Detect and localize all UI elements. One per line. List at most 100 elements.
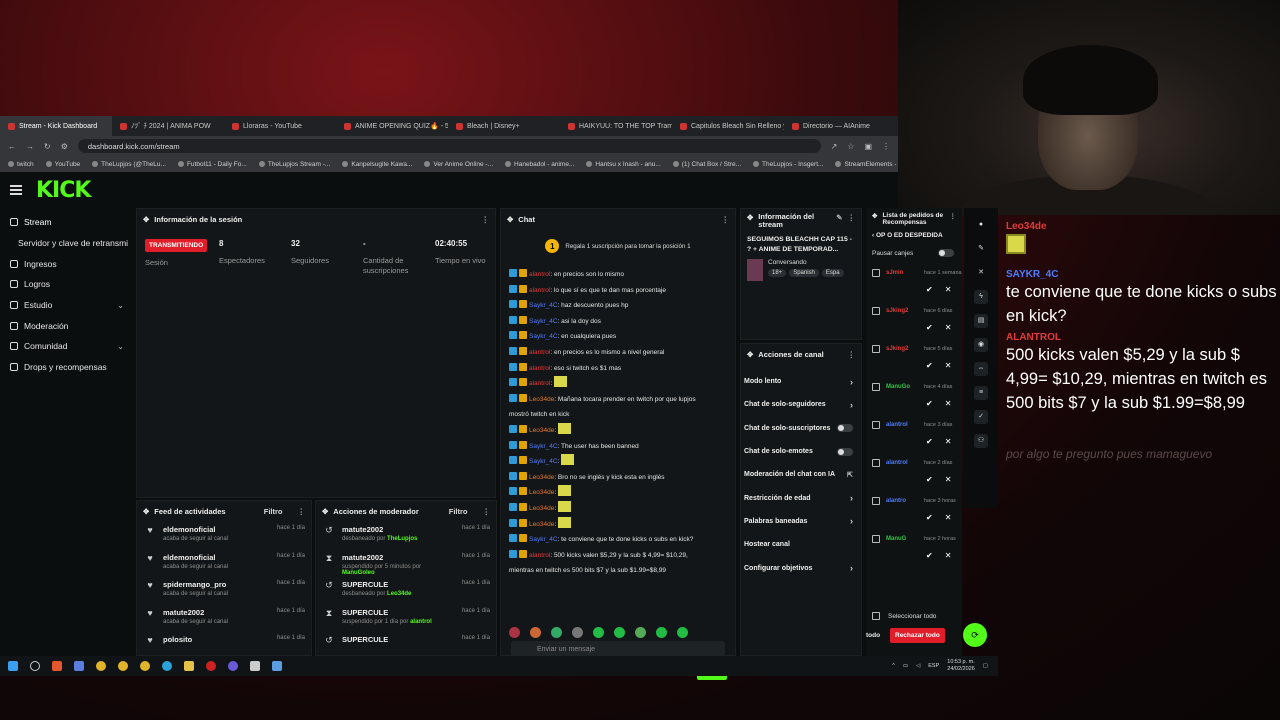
chat-username[interactable]: alantrol [529,287,550,294]
more-options-icon[interactable]: ⋮ [483,507,491,516]
more-options-icon[interactable]: ⋮ [298,507,306,516]
emote-icon[interactable] [614,627,625,638]
bookmark-item[interactable]: Hanebadol - anime... [505,161,574,168]
notification-icon[interactable]: ▢ [983,663,988,669]
bookmark-item[interactable]: Ver Anime Online -... [424,161,493,168]
moderator-action-row[interactable]: ⧗ SUPERCULE suspendido por 1 día por alant… [316,604,496,632]
reward-request[interactable]: ManuG hace 2 horas ✔ ✕ [866,531,962,569]
chat-messages[interactable]: alantrol: en precios son lo mismo alantro… [501,267,735,579]
reward-select-checkbox[interactable] [872,535,880,543]
channel-action-chat-de-solo-suscriptores[interactable]: Chat de solo-suscriptores [741,417,861,440]
chat-message[interactable]: Saykr_4C: haz descuento pues hp [509,298,727,314]
bookmark-item[interactable]: Hantsu x Inash - anu... [586,161,661,168]
mod-action-target[interactable]: SUPERCULE [342,608,432,617]
help-chat-icon[interactable]: ⟳ [963,623,987,647]
emote-icon[interactable] [509,627,520,638]
chat-message[interactable]: Leo34de: Mañana tocara prender en twitch… [509,392,727,408]
reward-select-checkbox[interactable] [872,459,880,467]
bookmark-item[interactable]: YouTube [45,161,80,168]
edge-icon[interactable] [162,661,172,671]
reload-icon[interactable]: ↻ [44,142,51,151]
more-options-icon[interactable]: ⋮ [722,215,730,224]
chevron-down-icon[interactable]: ⌄ [117,301,124,310]
brave-browser-icon[interactable] [52,661,62,671]
sidebar-item-servidor[interactable]: Servidor y clave de retransmi [0,233,134,254]
search-icon[interactable] [30,661,40,671]
chat-message[interactable]: alantrol: en precios son lo mismo [509,267,727,283]
feed-username[interactable]: spidermango_pro [163,580,228,589]
sidebar-item-comunidad[interactable]: Comunidad ⌄ [0,336,134,357]
chat-username[interactable]: Leo34de [529,489,554,496]
chat-username[interactable]: Leo34de [529,427,554,434]
file-explorer-icon[interactable] [184,661,194,671]
edit-icon[interactable]: ✎ [974,242,988,256]
stream-tag[interactable]: 18+ [768,269,787,277]
feed-filter-button[interactable]: Filtro [264,507,283,516]
stream-tag[interactable]: Spanish [789,269,819,277]
chrome-icon[interactable] [140,661,150,671]
reject-x-icon[interactable]: ✕ [945,323,952,332]
chat-username[interactable]: Saykr_4C [529,458,558,465]
reward-select-checkbox[interactable] [872,383,880,391]
sidebar-item-drops[interactable]: Drops y recompensas [0,357,134,378]
browser-tab[interactable]: Capitulos Bleach Sin Relleno y [672,116,784,136]
mod-action-target[interactable]: SUPERCULE [342,635,388,644]
reject-x-icon[interactable]: ✕ [945,551,952,560]
chat-message[interactable]: Leo34de: [509,516,727,533]
chat-message[interactable]: alantrol: eso si twitch es $1 mas [509,361,727,377]
feed-username[interactable]: eldemonoficial [163,553,228,562]
feed-row[interactable]: ♥ matute2002 acaba de seguir al canal hace … [137,604,311,632]
mod-action-target[interactable]: SUPERCULE [342,580,411,589]
channel-action-restricci-n-de-edad[interactable]: Restricción de edad › [741,486,861,509]
emote-icon[interactable] [656,627,667,638]
mod-action-target[interactable]: matute2002 [342,553,454,562]
toggle-switch[interactable] [837,424,853,433]
feed-username[interactable]: matute2002 [163,608,228,617]
stream-tag[interactable]: Espa [821,269,844,277]
reject-x-icon[interactable]: ✕ [945,475,952,484]
panel-grip-icon[interactable]: ✥ [143,507,149,516]
toggle-switch[interactable] [837,447,853,456]
info-icon[interactable]: ● [974,218,988,232]
bookmark-item[interactable]: TheLupjos (@TheLu... [92,161,166,168]
chat-username[interactable]: Saykr_4C [529,443,558,450]
chat-message[interactable]: mostró twitch en kick [509,407,727,423]
chat-message-input[interactable]: Enviar un mensaje [511,641,725,657]
bookmark-item[interactable]: Futbol11 - Daily Fo... [177,161,247,168]
reward-username[interactable]: alantrol [886,422,918,428]
chat-message[interactable]: Saykr_4C: en cualquiera pues [509,329,727,345]
mod-action-by[interactable]: TheLupjos [387,536,417,542]
share-icon[interactable]: ↗ [831,142,838,151]
chat-message[interactable]: Saykr_4C: asi la doy dos [509,314,727,330]
chat-username[interactable]: alantrol [529,271,550,278]
pause-redemptions-toggle[interactable] [938,249,954,257]
windows-start-icon[interactable] [8,661,18,671]
reward-select-checkbox[interactable] [872,307,880,315]
close-icon[interactable]: ✕ [974,266,988,280]
panel-grip-icon[interactable]: ✥ [747,350,753,359]
more-options-icon[interactable]: ⋮ [848,213,856,222]
chat-message[interactable]: Saykr_4C: The user has been banned [509,439,727,455]
chat-username[interactable]: Saykr_4C [529,318,558,325]
emote-icon[interactable] [530,627,541,638]
code-icon[interactable]: ⇔ [974,362,988,376]
language-indicator[interactable]: ESP [928,663,939,669]
mod-action-by[interactable]: alantrol [410,619,432,625]
approve-check-icon[interactable]: ✔ [926,551,933,560]
back-chevron-icon[interactable]: ‹ [872,232,874,239]
feed-username[interactable]: polosito [163,635,192,644]
reward-request[interactable]: ManuGo hace 4 días ✔ ✕ [866,379,962,417]
app-icon[interactable] [272,661,282,671]
bookmark-item[interactable]: StreamElements - O... [835,161,898,168]
menu-hamburger-icon[interactable] [10,185,22,195]
chat-username[interactable]: Leo34de [529,521,554,528]
emote-icon[interactable] [572,627,583,638]
document-icon[interactable]: ▤ [974,314,988,328]
reward-select-checkbox[interactable] [872,345,880,353]
feed-row[interactable]: ♥ eldemonoficial acaba de seguir al canal h… [137,549,311,577]
chevron-down-icon[interactable]: ⌄ [117,342,124,351]
chrome-icon[interactable] [96,661,106,671]
chrome-icon[interactable] [118,661,128,671]
channel-action-chat-de-solo-seguidores[interactable]: Chat de solo-seguidores › [741,393,861,416]
approve-check-icon[interactable]: ✔ [926,361,933,370]
